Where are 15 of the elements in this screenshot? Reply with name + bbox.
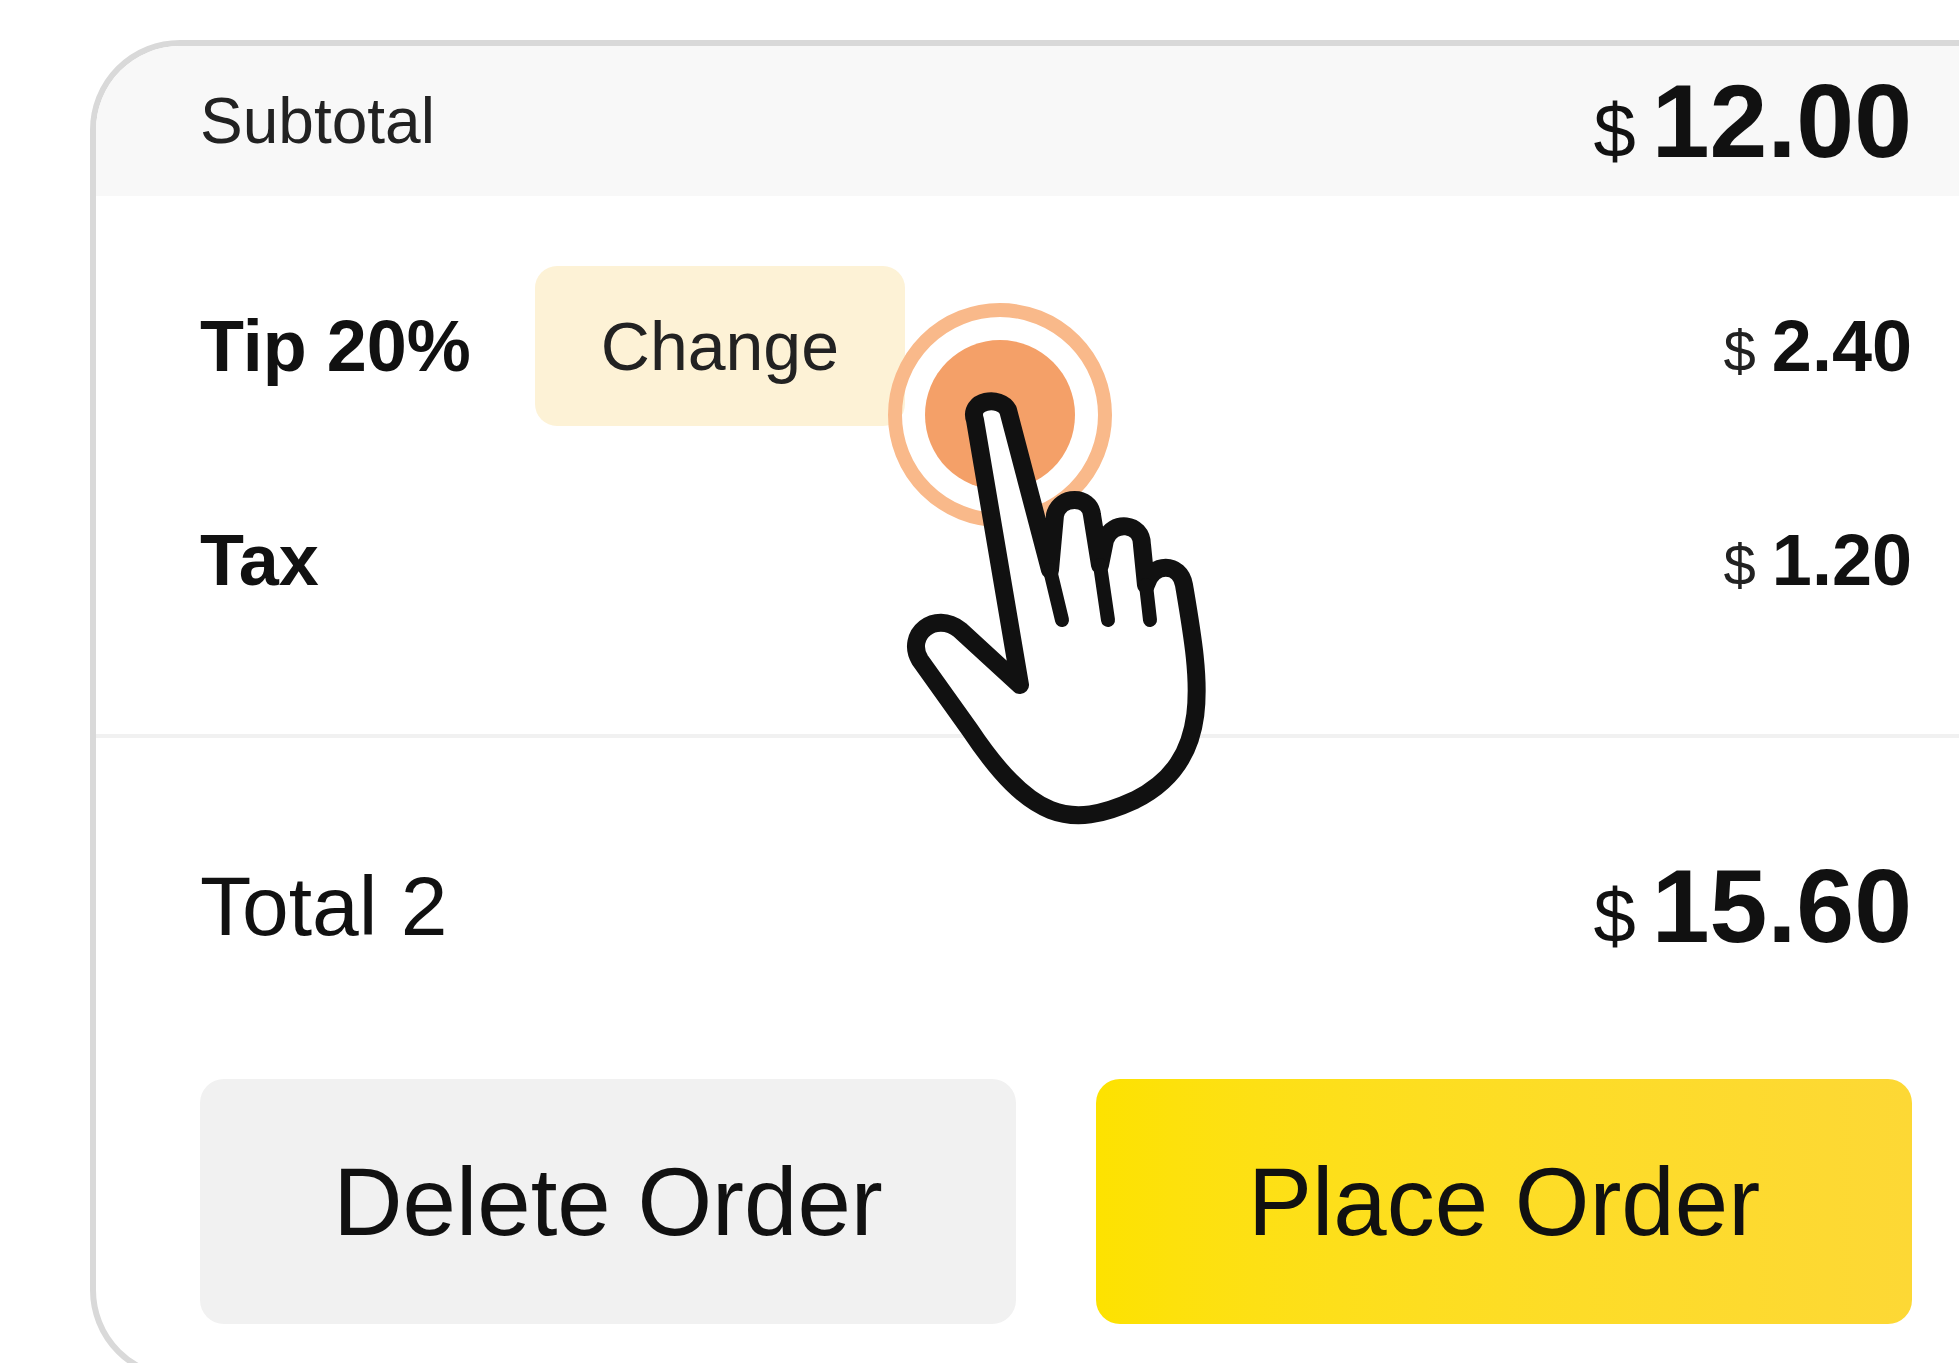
tax-label: Tax [200,519,319,602]
amount: 2.40 [1771,305,1912,388]
amount: 1.20 [1771,519,1912,602]
currency-symbol: $ [1593,87,1636,175]
currency-symbol: $ [1593,872,1636,960]
amount: 15.60 [1651,847,1912,966]
subtotal-label: Subtotal [200,84,435,159]
total-label: Total 2 [200,858,448,955]
change-button[interactable]: Change [534,266,905,426]
amount: 12.00 [1651,62,1912,181]
delete-order-button[interactable]: Delete Order [200,1079,1016,1324]
currency-symbol: $ [1723,317,1756,385]
place-order-button[interactable]: Place Order [1096,1079,1912,1324]
currency-symbol: $ [1723,531,1756,599]
tip-label: Tip 20% [200,305,471,388]
